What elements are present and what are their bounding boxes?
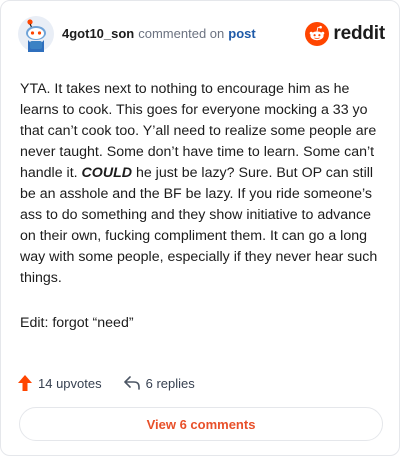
username[interactable]: 4got10_son: [62, 26, 134, 41]
action-text: commented on: [138, 25, 225, 41]
comment-edit-note: Edit: forgot “need”: [20, 315, 134, 331]
comment-header: 4got10_son commented on post reddit: [18, 16, 385, 52]
reply-count: 6 replies: [145, 375, 195, 391]
comment-meta: 4got10_son commented on post: [62, 26, 256, 41]
upvote-count: 14 upvotes: [38, 375, 102, 391]
snoo-avatar-icon[interactable]: [18, 16, 54, 52]
view-comments-button[interactable]: View 6 comments: [19, 407, 383, 441]
comment-body: YTA. It takes next to nothing to encoura…: [20, 79, 388, 289]
upvote-arrow-icon: [18, 375, 32, 391]
reply-arrow-icon: [123, 376, 140, 390]
reddit-logo-icon: [305, 22, 330, 46]
brand-wordmark: reddit: [333, 23, 385, 44]
comment-card: 4got10_son commented on post reddit YTA.…: [0, 0, 400, 456]
post-link[interactable]: post: [228, 26, 255, 41]
reply-stat[interactable]: 6 replies: [123, 375, 195, 391]
upvote-stat[interactable]: 14 upvotes: [18, 375, 102, 391]
comment-text-part-2: he just be lazy? Sure. But OP can still …: [20, 165, 378, 286]
reddit-brand[interactable]: reddit: [305, 22, 385, 46]
comment-stats: 14 upvotes 6 replies: [18, 373, 195, 393]
comment-emphasis: COULD: [81, 165, 132, 181]
